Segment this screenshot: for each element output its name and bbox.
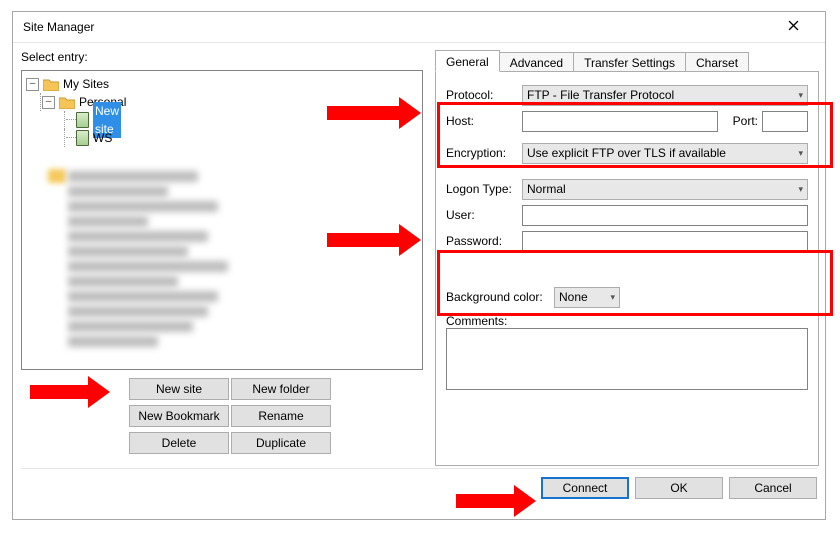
tab-transfer[interactable]: Transfer Settings xyxy=(573,52,686,72)
titlebar: Site Manager xyxy=(13,12,825,43)
protocol-label: Protocol: xyxy=(446,88,522,102)
rename-button[interactable]: Rename xyxy=(231,405,331,427)
site-tree[interactable]: – My Sites – Personal New site xyxy=(21,70,423,370)
cancel-button[interactable]: Cancel xyxy=(729,477,817,499)
blurred-entries xyxy=(68,171,268,361)
tree-site-ws[interactable]: WS xyxy=(26,129,418,147)
tab-charset[interactable]: Charset xyxy=(685,52,749,72)
tree-site-label: WS xyxy=(93,129,112,147)
password-input[interactable] xyxy=(522,231,808,252)
server-icon xyxy=(76,112,89,128)
window-title: Site Manager xyxy=(23,12,94,42)
user-input[interactable] xyxy=(522,205,808,226)
site-manager-dialog: Site Manager Select entry: – My Sites – … xyxy=(12,11,826,520)
highlight-box xyxy=(437,102,833,168)
delete-button[interactable]: Delete xyxy=(129,432,229,454)
highlight-box xyxy=(437,250,833,316)
new-bookmark-button[interactable]: New Bookmark xyxy=(129,405,229,427)
tab-general[interactable]: General xyxy=(435,50,500,72)
folder-icon xyxy=(59,96,75,109)
tree-folder-personal[interactable]: – Personal xyxy=(26,93,418,111)
tree-root-label: My Sites xyxy=(63,75,109,93)
folder-icon xyxy=(43,78,59,91)
logon-type-select[interactable]: Normal ▾ xyxy=(522,179,808,200)
password-label: Password: xyxy=(446,234,522,248)
server-icon xyxy=(76,130,89,146)
ok-button[interactable]: OK xyxy=(635,477,723,499)
tree-site-newsite[interactable]: New site xyxy=(26,111,418,129)
logon-type-label: Logon Type: xyxy=(446,182,522,196)
close-icon xyxy=(788,20,799,31)
logon-type-value: Normal xyxy=(527,182,566,196)
tabs: General Advanced Transfer Settings Chars… xyxy=(435,50,819,72)
dialog-footer: Connect OK Cancel xyxy=(21,468,817,511)
comments-textarea[interactable] xyxy=(446,328,808,390)
chevron-down-icon: ▾ xyxy=(798,90,803,101)
new-folder-button[interactable]: New folder xyxy=(231,378,331,400)
comments-label: Comments: xyxy=(446,314,808,328)
close-button[interactable] xyxy=(771,13,815,41)
collapse-icon[interactable]: – xyxy=(26,78,39,91)
new-site-button[interactable]: New site xyxy=(129,378,229,400)
tree-root[interactable]: – My Sites xyxy=(26,75,418,93)
tab-advanced[interactable]: Advanced xyxy=(499,52,574,72)
chevron-down-icon: ▾ xyxy=(798,184,803,195)
protocol-value: FTP - File Transfer Protocol xyxy=(527,88,674,102)
collapse-icon[interactable]: – xyxy=(42,96,55,109)
user-label: User: xyxy=(446,208,522,222)
connect-button[interactable]: Connect xyxy=(541,477,629,499)
duplicate-button[interactable]: Duplicate xyxy=(231,432,331,454)
